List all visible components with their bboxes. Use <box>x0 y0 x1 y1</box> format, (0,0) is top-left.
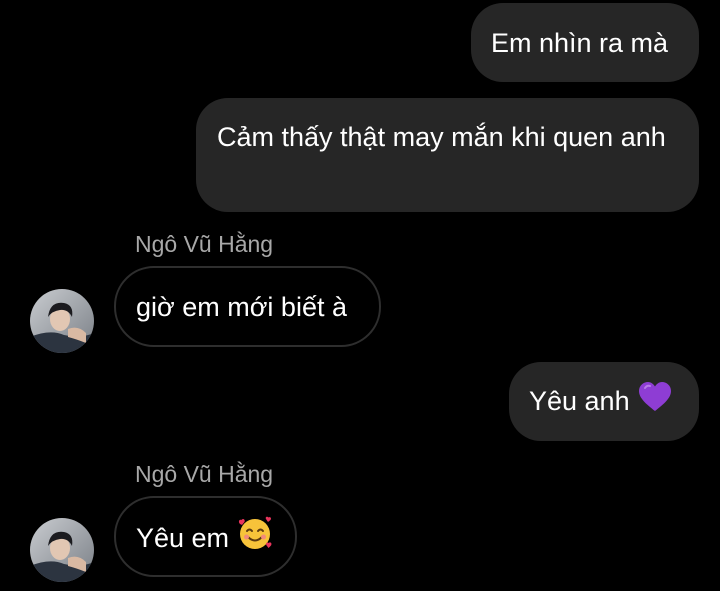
incoming-message-bubble[interactable]: Yêu em <box>114 496 297 577</box>
message-text: giờ em mới biết à <box>136 292 347 322</box>
outgoing-message-bubble[interactable]: Yêu anh <box>509 362 699 441</box>
message-text: Em nhìn ra mà <box>491 28 669 58</box>
message-thread: Em nhìn ra mà Cảm thấy thật may mắn khi … <box>0 0 720 591</box>
message-text: Yêu em <box>136 523 230 554</box>
avatar-photo-icon <box>30 289 94 353</box>
outgoing-message-bubble[interactable]: Em nhìn ra mà <box>471 3 699 82</box>
incoming-message-bubble[interactable]: giờ em mới biết à <box>114 266 381 347</box>
avatar-photo-icon <box>30 518 94 582</box>
outgoing-message-bubble[interactable]: Cảm thấy thật may mắn khi quen anh <box>196 98 699 212</box>
message-text: Yêu anh <box>529 386 630 416</box>
avatar[interactable] <box>30 289 94 353</box>
message-text: Cảm thấy thật may mắn khi quen anh <box>217 122 666 152</box>
purple-heart-icon <box>638 381 672 421</box>
sender-name: Ngô Vũ Hằng <box>135 461 274 487</box>
sender-name: Ngô Vũ Hằng <box>135 231 274 257</box>
smiling-face-with-hearts-icon <box>237 516 273 560</box>
avatar[interactable] <box>30 518 94 582</box>
